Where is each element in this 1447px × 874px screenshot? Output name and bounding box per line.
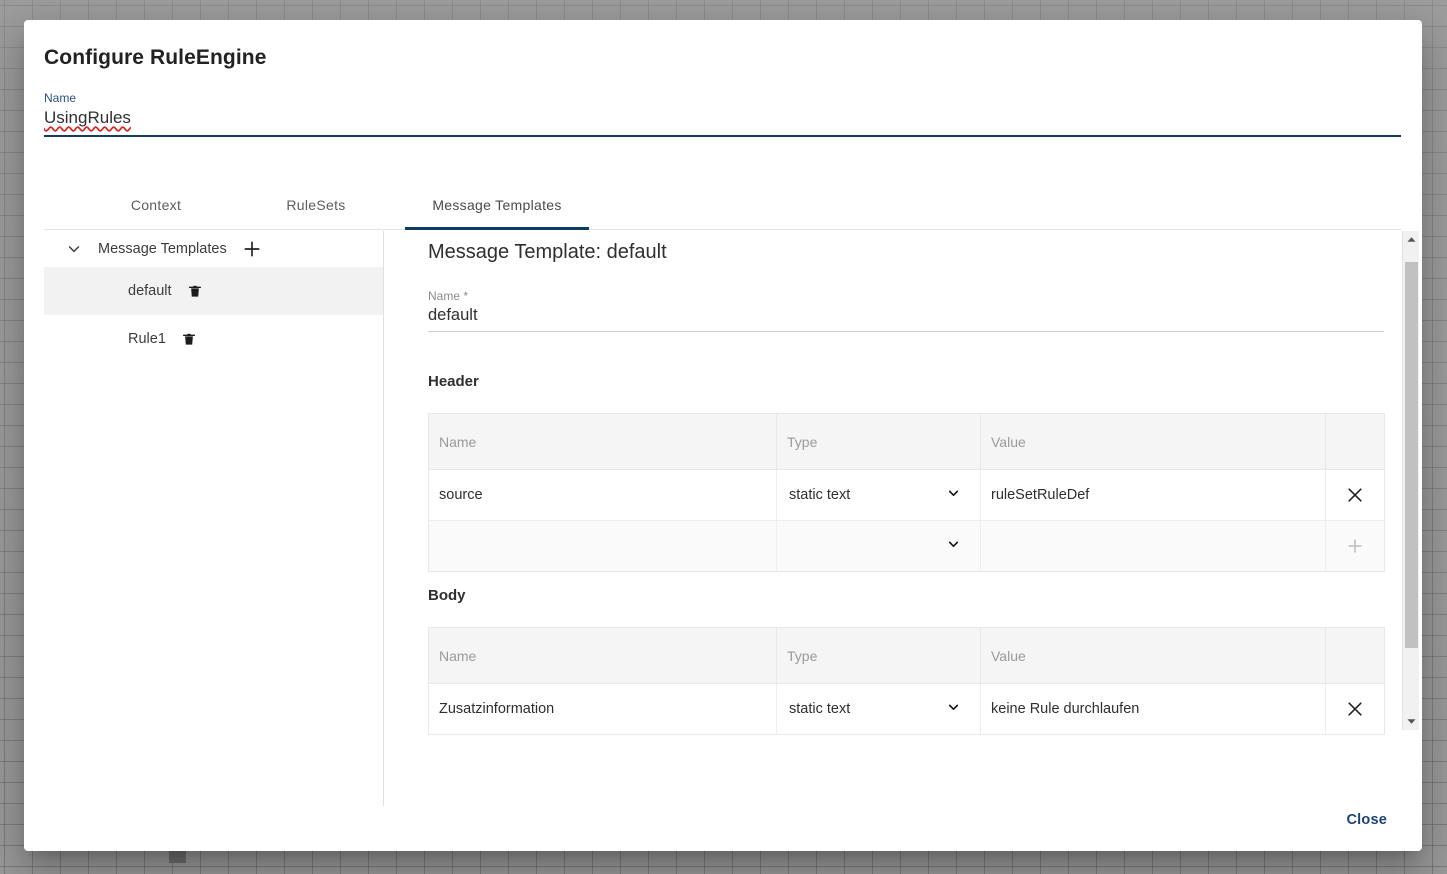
trash-icon[interactable] xyxy=(186,281,204,301)
column-header-actions xyxy=(1325,627,1385,684)
cell-type[interactable] xyxy=(776,520,981,572)
panel-divider xyxy=(383,231,384,806)
cell-actions xyxy=(1325,469,1385,521)
tab-bar: Context RuleSets Message Templates xyxy=(44,180,1401,230)
template-name-underline xyxy=(428,331,1384,332)
table-row-new xyxy=(428,520,1385,572)
close-icon[interactable] xyxy=(1342,482,1368,508)
cell-name[interactable] xyxy=(428,520,777,572)
table-header-row: Name Type Value xyxy=(428,413,1385,470)
cell-name[interactable]: source xyxy=(428,469,777,521)
engine-name-underline xyxy=(44,135,1401,137)
caret-down-icon[interactable] xyxy=(1403,713,1419,730)
tab-message-templates[interactable]: Message Templates xyxy=(405,180,589,230)
configure-ruleengine-dialog: Configure RuleEngine Name UsingRules Con… xyxy=(24,20,1422,851)
column-header-name: Name xyxy=(428,627,777,684)
message-templates-tree: Message Templates default Rule1 xyxy=(44,231,383,806)
cell-type[interactable]: static text xyxy=(776,683,981,735)
cell-actions xyxy=(1325,520,1385,572)
column-header-type: Type xyxy=(776,413,981,470)
add-message-template-button[interactable] xyxy=(241,238,263,260)
dialog-title: Configure RuleEngine xyxy=(44,46,267,69)
cell-value[interactable]: keine Rule durchlaufen xyxy=(980,683,1326,735)
header-parameters-table: Name Type Value source static text ruleS… xyxy=(428,413,1385,572)
close-button[interactable]: Close xyxy=(1335,802,1400,838)
tree-item-label: Rule1 xyxy=(128,331,166,347)
scrollbar-thumb[interactable] xyxy=(1405,262,1418,648)
section-title-body: Body xyxy=(428,587,466,604)
plus-icon[interactable] xyxy=(1342,533,1368,559)
engine-name-field[interactable]: Name UsingRules xyxy=(44,90,1401,137)
tab-rulesets[interactable]: RuleSets xyxy=(251,180,381,229)
close-icon[interactable] xyxy=(1342,696,1368,722)
column-header-type: Type xyxy=(776,627,981,684)
tree-item-default[interactable]: default xyxy=(44,267,383,315)
message-template-editor: Message Template: default Name * default… xyxy=(404,231,1402,806)
chevron-down-icon[interactable] xyxy=(64,239,84,259)
tab-context[interactable]: Context xyxy=(91,180,221,229)
cell-name[interactable]: Zusatzinformation xyxy=(428,683,777,735)
column-header-name: Name xyxy=(428,413,777,470)
table-header-row: Name Type Value xyxy=(428,627,1385,684)
engine-name-label: Name xyxy=(44,91,77,105)
page-title: Message Template: default xyxy=(428,241,667,263)
caret-up-icon[interactable] xyxy=(1403,231,1419,248)
type-select[interactable] xyxy=(787,521,970,571)
section-title-header: Header xyxy=(428,373,479,390)
editor-scrollbar[interactable] xyxy=(1402,231,1419,730)
column-header-value: Value xyxy=(980,627,1326,684)
cell-value[interactable] xyxy=(980,520,1326,572)
column-header-value: Value xyxy=(980,413,1326,470)
type-select[interactable]: static text xyxy=(787,470,970,520)
template-name-field[interactable]: Name * default xyxy=(428,288,1384,332)
tree-root-label: Message Templates xyxy=(98,241,227,257)
table-row: Zusatzinformation static text keine Rule… xyxy=(428,683,1385,735)
column-header-actions xyxy=(1325,413,1385,470)
tree-item-label: default xyxy=(128,283,172,299)
body-parameters-table: Name Type Value Zusatzinformation static… xyxy=(428,627,1385,735)
type-select[interactable]: static text xyxy=(787,684,970,734)
tree-item-rule1[interactable]: Rule1 xyxy=(44,315,383,363)
cell-type[interactable]: static text xyxy=(776,469,981,521)
trash-icon[interactable] xyxy=(180,329,198,349)
table-row: source static text ruleSetRuleDef xyxy=(428,469,1385,521)
template-name-input[interactable]: default xyxy=(428,304,1384,331)
tree-root-row[interactable]: Message Templates xyxy=(44,231,383,267)
cell-value[interactable]: ruleSetRuleDef xyxy=(980,469,1326,521)
backdrop-selected-cell xyxy=(169,851,186,863)
template-name-label: Name * xyxy=(428,289,469,303)
engine-name-input[interactable]: UsingRules xyxy=(44,106,131,132)
cell-actions xyxy=(1325,683,1385,735)
